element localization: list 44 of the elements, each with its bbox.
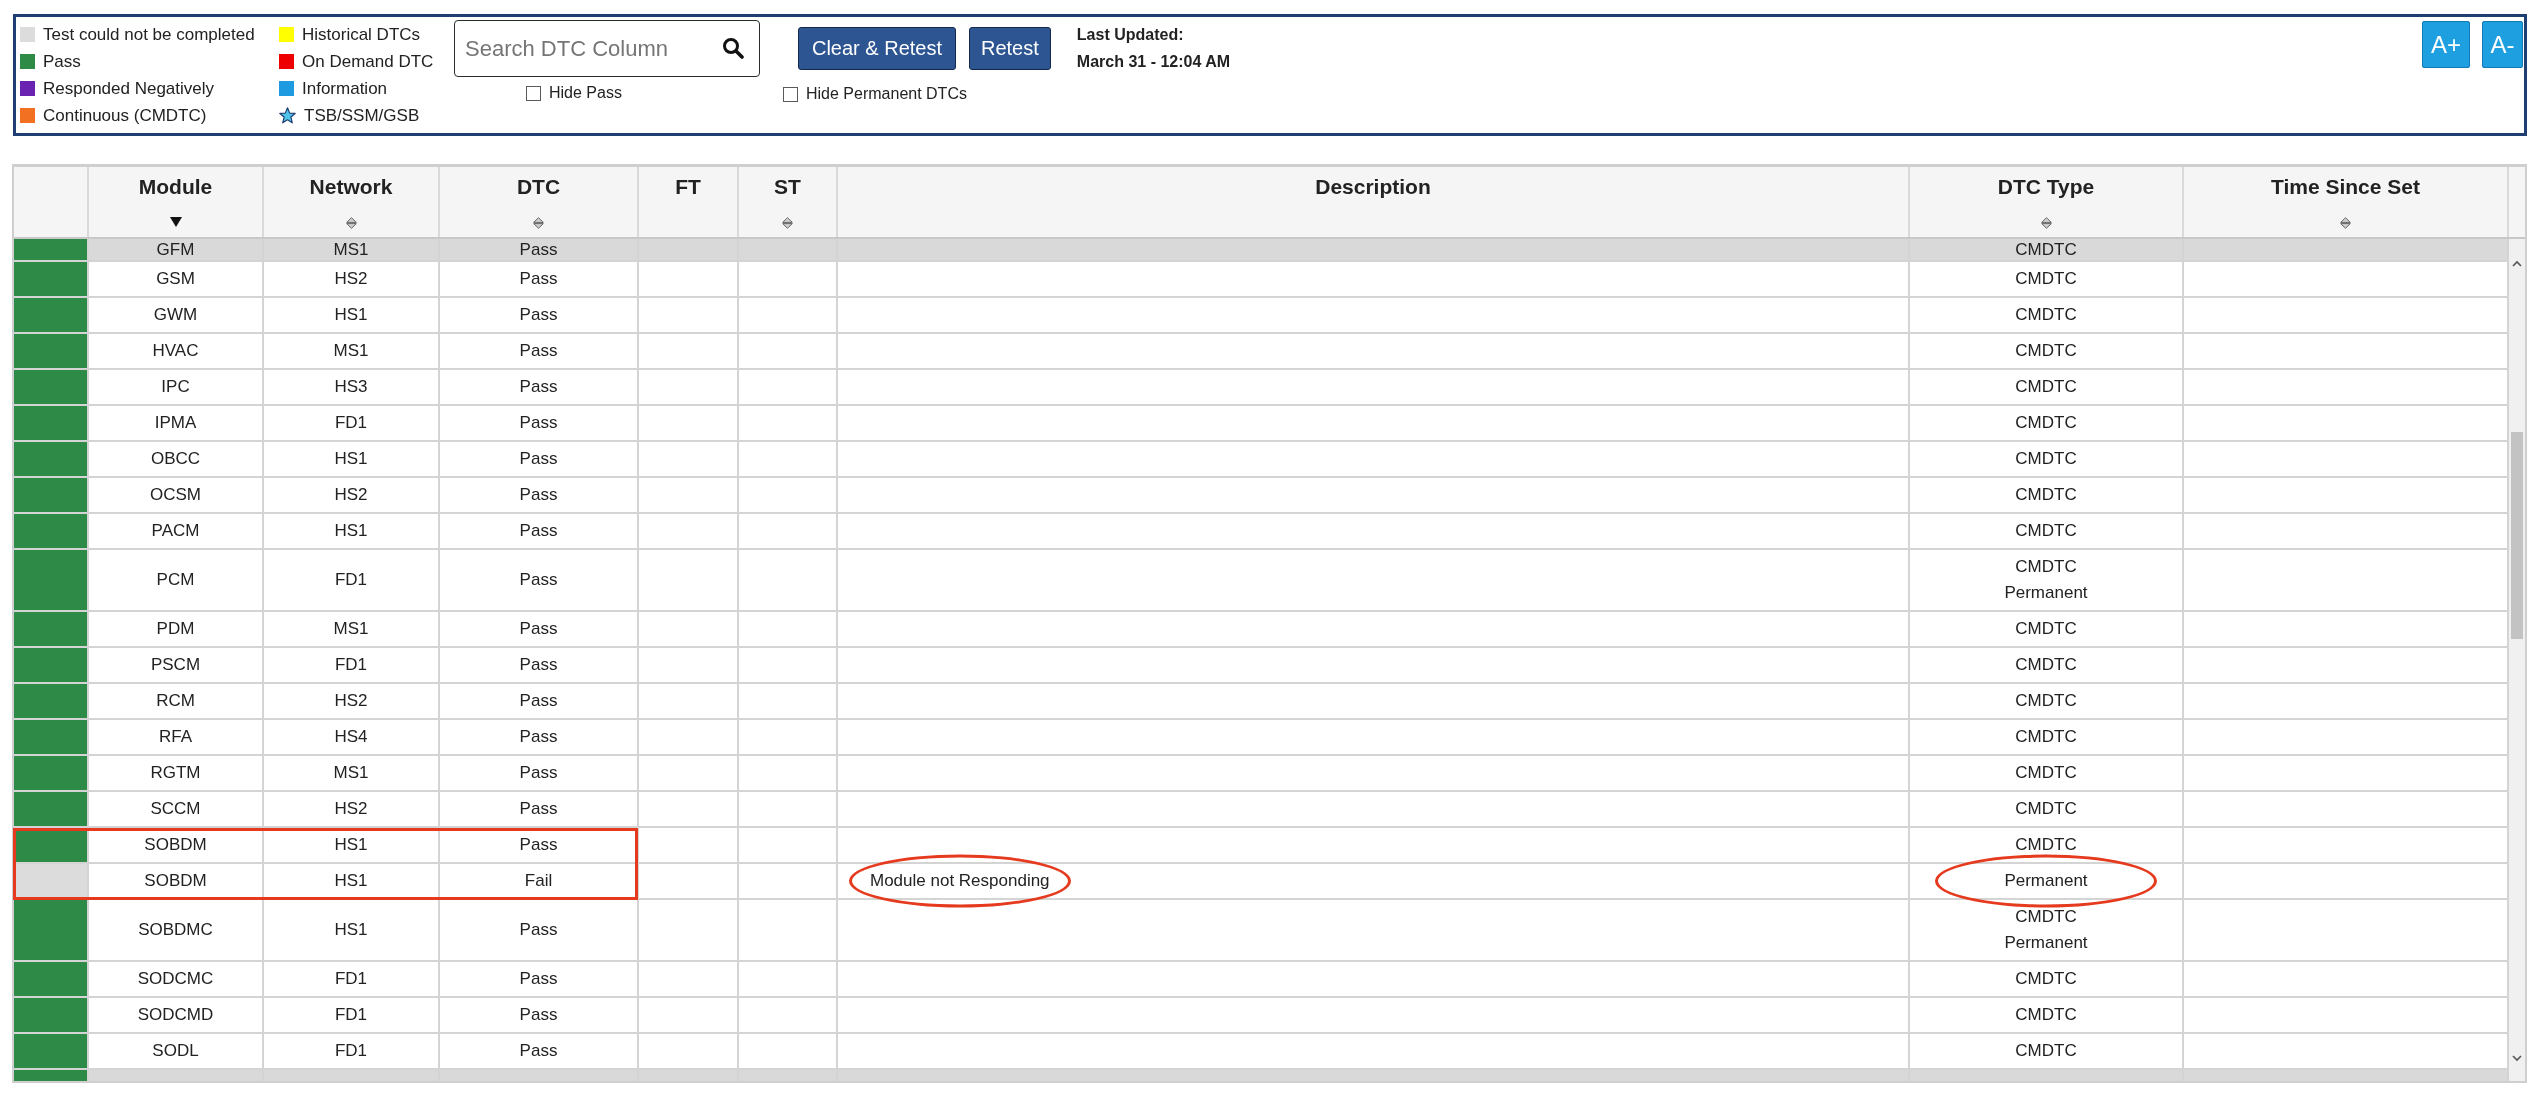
clear-and-retest-button[interactable]: Clear & Retest bbox=[798, 27, 956, 70]
sort-icon[interactable] bbox=[2340, 217, 2351, 229]
column-header[interactable]: Module bbox=[89, 167, 264, 237]
module-name: SCCM bbox=[89, 792, 264, 828]
last-updated-time: March 31 - 12:04 AM bbox=[1076, 52, 1231, 72]
column-header[interactable]: Network bbox=[264, 167, 440, 237]
search-field[interactable]: Search DTC Column bbox=[454, 20, 760, 77]
dtc-type: CMDTC bbox=[2015, 906, 2077, 928]
legend-label: Responded Negatively bbox=[43, 78, 215, 99]
scroll-down-icon[interactable] bbox=[2512, 1052, 2522, 1064]
sort-icon[interactable] bbox=[345, 217, 357, 229]
sort-icon[interactable] bbox=[533, 217, 544, 229]
sort-icon[interactable] bbox=[2040, 217, 2052, 229]
search-icon[interactable] bbox=[722, 37, 744, 59]
column-header[interactable]: ST bbox=[739, 167, 838, 237]
retest-button[interactable]: Retest bbox=[969, 27, 1051, 70]
column-header[interactable]: Time Since Set bbox=[2184, 167, 2509, 237]
checkbox[interactable] bbox=[526, 85, 541, 101]
legend-label: Test could not be completed bbox=[43, 24, 255, 45]
scrollbar-track[interactable] bbox=[2509, 239, 2525, 1081]
network-name: HS2 bbox=[264, 792, 440, 828]
sort-descending-icon[interactable] bbox=[169, 217, 182, 227]
legend-label: On Demand DTC bbox=[302, 51, 434, 72]
column-header: FT bbox=[639, 167, 739, 237]
checkbox-label[interactable]: Hide Pass bbox=[549, 84, 622, 102]
column-header: Description bbox=[838, 167, 1910, 237]
column-header[interactable]: DTC Type bbox=[1910, 167, 2184, 237]
last-updated-label: Last Updated: bbox=[1076, 25, 1184, 45]
description-text: Module not Responding bbox=[870, 870, 1050, 892]
checkbox[interactable] bbox=[783, 86, 798, 102]
dtc-type: CMDTC bbox=[2015, 556, 2077, 578]
scrollbar-thumb[interactable] bbox=[2511, 432, 2523, 639]
checkbox-label[interactable]: Hide Permanent DTCs bbox=[806, 85, 967, 103]
column-header[interactable]: DTC bbox=[440, 167, 639, 237]
legend-label: Continuous (CMDTC) bbox=[43, 105, 207, 126]
dtc-result: Pass bbox=[440, 792, 639, 828]
dtc-type: Permanent bbox=[2004, 870, 2088, 892]
legend-label: Information bbox=[302, 78, 388, 99]
dtc-type: Permanent bbox=[2004, 582, 2088, 604]
sort-icon[interactable] bbox=[782, 217, 793, 229]
legend-label: Historical DTCs bbox=[302, 24, 421, 45]
dtc-type: Permanent bbox=[2004, 932, 2088, 954]
legend-label: TSB/SSM/GSB bbox=[304, 105, 420, 126]
legend-label: Pass bbox=[43, 51, 81, 72]
